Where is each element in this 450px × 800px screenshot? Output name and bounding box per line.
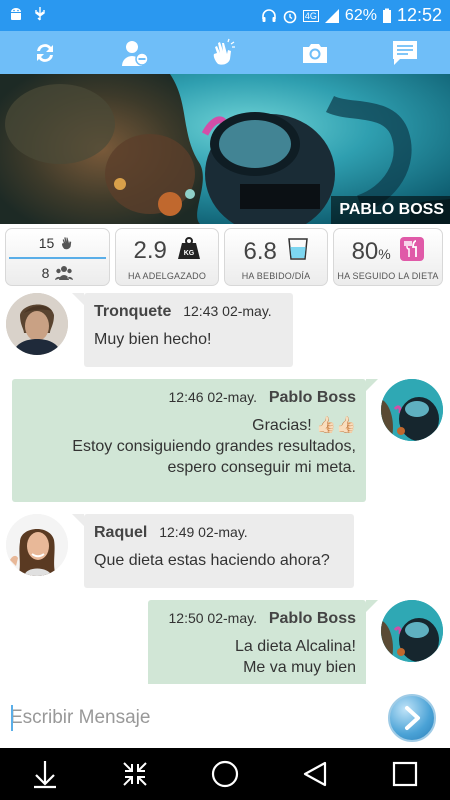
send-button[interactable] [388,694,436,742]
message-time: 12:50 02-may. [168,610,257,626]
system-nav-bar [0,748,450,800]
nav-recents-button[interactable] [385,754,425,794]
back-triangle-icon [303,761,327,787]
nav-download-button[interactable] [25,754,65,794]
nav-home-button[interactable] [205,754,245,794]
nav-collapse-button[interactable] [115,754,155,794]
message-text-line: Me va muy bien [243,659,356,676]
message-text-line: La dieta Alcalina! [235,638,356,655]
recents-square-icon [392,761,418,787]
download-icon [34,761,56,789]
composer-bar [0,686,450,748]
message-input[interactable] [10,704,370,732]
home-circle-icon [211,760,239,788]
avatar[interactable] [381,600,443,662]
text-caret [11,705,13,731]
nav-back-button[interactable] [295,754,335,794]
collapse-icon [123,762,147,786]
chevron-right-icon [405,706,420,730]
message-outgoing: 12:50 02-may. Pablo Boss La dieta Alcali… [0,0,450,684]
message-author: Pablo Boss [268,610,356,627]
